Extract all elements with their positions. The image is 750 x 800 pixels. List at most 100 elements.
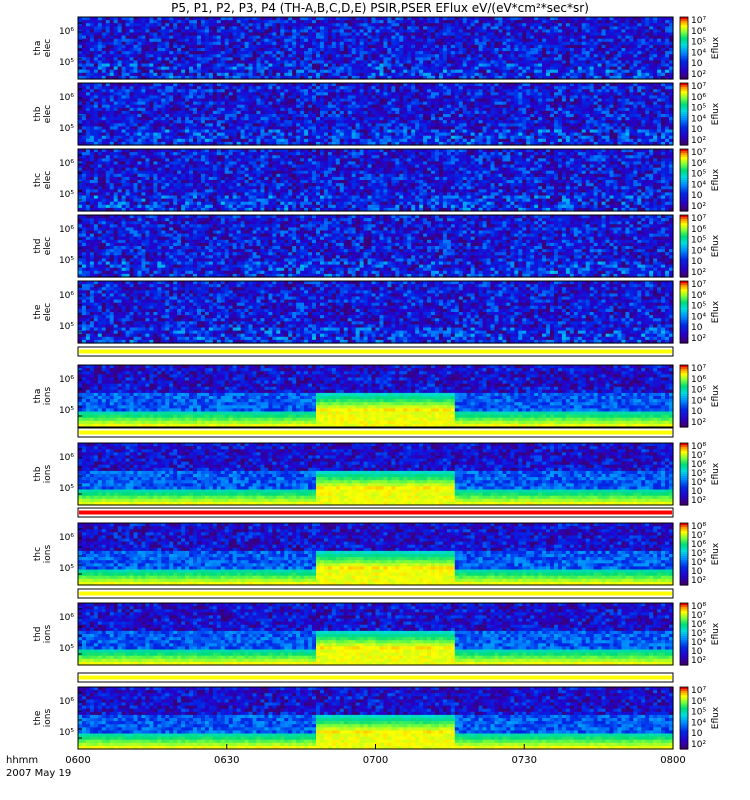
colorbar-label: Eflux	[711, 102, 721, 125]
colorbar-tha-ions: 10⁷10⁶10⁵10⁴10⁳10²Eflux	[680, 364, 721, 428]
date-label: 2007 May 19	[6, 768, 71, 779]
y-tick-label: 10⁶	[59, 225, 74, 235]
panels-group: 10⁶10⁵tha elec10⁷10⁶10⁵10⁴10⁳10²Eflux10⁶1…	[33, 16, 721, 750]
colorbar-tick-label: 10²	[691, 418, 706, 428]
panel-thd-elec: 10⁶10⁵thd elec10⁷10⁶10⁵10⁴10⁳10²Eflux	[33, 214, 721, 278]
y-tick-label: 10⁵	[59, 644, 74, 654]
time-tick-label: 0800	[660, 755, 685, 766]
colorbar-tick-label: 10⁵	[691, 236, 706, 246]
spectrogram-tha-elec	[78, 17, 674, 80]
colorbar-thc-ions: 10⁸10⁷10⁶10⁵10⁴10⁳10²Eflux	[680, 522, 721, 586]
colorbar-the-ions: 10⁷10⁶10⁵10⁴10⁳10² Eflux	[680, 686, 721, 750]
y-tick-label: 10⁶	[59, 533, 74, 543]
colorbar-tick-label: 10⁷	[691, 214, 706, 224]
y-axis-label-species: elec	[43, 171, 53, 190]
colorbar-label: Eflux	[711, 542, 721, 565]
colorbar-tick-label: 10²	[691, 576, 706, 586]
colorbar-tick-label: 10⁷	[691, 148, 706, 158]
colorbar-label: Eflux	[711, 234, 721, 257]
y-tick-label: 10⁵	[59, 190, 74, 200]
status-strip-thd-ions	[78, 673, 673, 682]
y-axis-label-species: elec	[43, 105, 53, 124]
y-axis-label-species: ions	[43, 624, 53, 643]
colorbar-tick-label: 10⁴	[691, 114, 706, 124]
colorbar-tick-label: 10⁴	[691, 48, 706, 58]
y-axis-label-species: elec	[43, 39, 53, 58]
colorbar-tick-label: 10⁴	[691, 312, 706, 322]
y-axis-label-species: ions	[43, 708, 53, 727]
spectrogram-thd-ions	[78, 603, 674, 666]
colorbar-thd-elec: 10⁷10⁶10⁵10⁴10⁳10² Eflux	[680, 214, 721, 278]
colorbar-tick-label: 10⁴	[691, 180, 706, 190]
colorbar-tick-label: 10⁶	[691, 27, 706, 37]
y-axis-label-species: ions	[43, 464, 53, 483]
y-tick-label: 10⁵	[59, 484, 74, 494]
y-tick-label: 10⁵	[59, 256, 74, 266]
y-tick-label: 10⁶	[59, 291, 74, 301]
colorbar-tha-elec: 10⁷10⁶10⁵10⁴10⁳10² Eflux	[680, 16, 721, 80]
y-axis-label-probe: tha	[33, 41, 43, 56]
panel-thc-ions: 10⁶10⁵thc ions10⁸10⁷10⁶10⁵10⁴10⁳10²Eflux	[33, 522, 721, 586]
chart-title: P5, P1, P2, P3, P4 (TH-A,B,C,D,E) PSIR,P…	[171, 1, 589, 15]
colorbar-tick-label: 10⁵	[691, 38, 706, 48]
colorbar-tick-label: 10⁷	[691, 364, 706, 374]
colorbar-tick-label: 10²	[691, 70, 706, 80]
panel-thb-elec: 10⁶10⁵thb elec10⁷10⁶10⁵10⁴10⁳10²Eflux	[33, 82, 721, 146]
colorbar-tick-label: 10⁶	[691, 697, 706, 707]
colorbar-thb-ions: 10⁸10⁷10⁶10⁵10⁴10⁳10²Eflux	[680, 442, 721, 506]
colorbar-tick-label: 10⁷	[691, 686, 706, 696]
colorbar-tick-label: 10²	[691, 740, 706, 750]
panel-thc-elec: 10⁶10⁵thc elec10⁷10⁶10⁵10⁴10⁳10²Eflux	[33, 148, 721, 212]
colorbar-tick-label: 10²	[691, 334, 706, 344]
colorbar-tick-label: 10⁳	[691, 191, 703, 201]
colorbar-tick-label: 10⁶	[691, 159, 706, 169]
panel-thd-ions: 10⁶10⁵thd ions10⁸10⁷10⁶10⁵10⁴10⁳10²Eflux	[33, 602, 721, 666]
colorbar-thb-elec: 10⁷10⁶10⁵10⁴10⁳10²Eflux	[680, 82, 721, 146]
y-axis-label-probe: thb	[33, 466, 43, 481]
colorbar-tick-label: 10⁵	[691, 170, 706, 180]
status-strip-the-elec	[78, 347, 673, 356]
colorbar-tick-label: 10⁵	[691, 386, 706, 396]
colorbar-tick-label: 10⁳	[691, 59, 703, 69]
y-tick-label: 10⁵	[59, 728, 74, 738]
y-tick-label: 10⁶	[59, 613, 74, 623]
colorbar-label: Eflux	[711, 462, 721, 485]
colorbar-tick-label: 10²	[691, 136, 706, 146]
colorbar-label: Eflux	[711, 384, 721, 407]
colorbar-tick-label: 10⁵	[691, 302, 706, 312]
colorbar-tick-label: 10⁶	[691, 291, 706, 301]
panel-the-ions: 10⁶10⁵the ions10⁷10⁶10⁵10⁴10⁳10²Eflux	[33, 686, 721, 750]
colorbar-tick-label: 10⁳	[691, 125, 703, 135]
time-tick-label: 0630	[214, 755, 239, 766]
time-tick-label: 0700	[363, 755, 388, 766]
spectrogram-thc-ions	[78, 523, 674, 586]
y-tick-label: 10⁶	[59, 375, 74, 385]
colorbar-tick-label: 10⁶	[691, 375, 706, 385]
status-strip-tha-ions	[78, 428, 673, 437]
y-tick-label: 10⁵	[59, 322, 74, 332]
colorbar-thd-ions: 10⁸10⁷10⁶10⁵10⁴10⁳10²Eflux	[680, 602, 721, 666]
y-axis-label-probe: thc	[33, 173, 43, 187]
y-tick-label: 10⁶	[59, 27, 74, 37]
spectrogram-the-elec	[78, 281, 674, 344]
y-tick-label: 10⁵	[59, 564, 74, 574]
colorbar-label: Eflux	[711, 168, 721, 191]
status-strip-thb-ions	[78, 508, 673, 517]
chart-canvas: P5, P1, P2, P3, P4 (TH-A,B,C,D,E) PSIR,P…	[0, 0, 750, 800]
colorbar-tick-label: 10²	[691, 496, 706, 506]
status-strip-thc-ions	[78, 589, 673, 598]
y-tick-label: 10⁶	[59, 93, 74, 103]
y-tick-label: 10⁵	[59, 124, 74, 134]
colorbar-the-elec: 10⁷10⁶10⁵10⁴10⁳10² Eflux	[680, 280, 721, 344]
colorbar-tick-label: 10⁷	[691, 280, 706, 290]
colorbar-tick-label: 10⁶	[691, 93, 706, 103]
y-axis-label-probe: the	[33, 304, 43, 319]
colorbar-thc-elec: 10⁷10⁶10⁵10⁴10⁳10²Eflux	[680, 148, 721, 212]
y-tick-label: 10⁵	[59, 406, 74, 416]
colorbar-tick-label: 10⁴	[691, 396, 706, 406]
colorbar-tick-label: 10⁷	[691, 16, 706, 26]
y-axis-label-probe: thd	[33, 239, 43, 254]
colorbar-label: Eflux	[711, 36, 721, 59]
y-tick-label: 10⁶	[59, 697, 74, 707]
colorbar-label: Eflux	[711, 300, 721, 323]
